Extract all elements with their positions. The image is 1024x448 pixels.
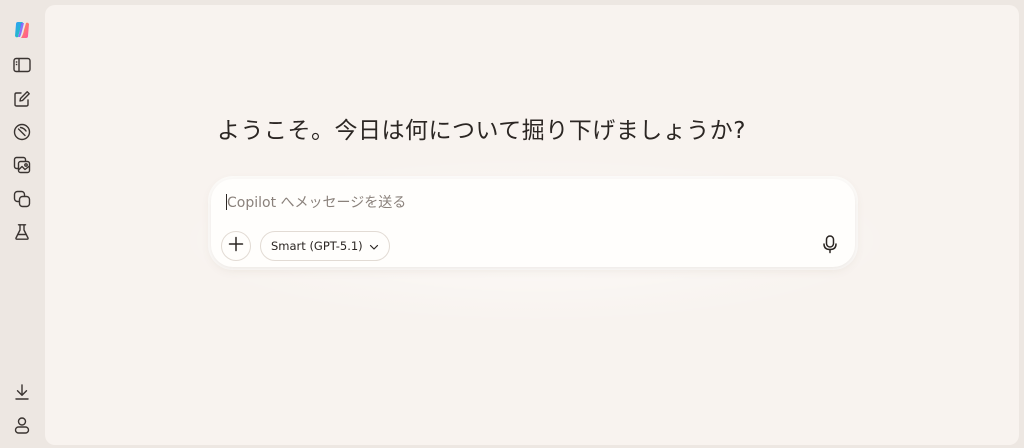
copilot-logo-button[interactable] (8, 16, 36, 44)
labs-flask-icon (12, 222, 32, 242)
copy-pages-icon (12, 189, 32, 209)
profile-button[interactable] (8, 411, 36, 439)
image-gallery-button[interactable] (8, 151, 36, 179)
copilot-logo-icon (12, 20, 32, 40)
profile-icon (12, 415, 32, 435)
add-attachment-button[interactable] (221, 231, 251, 261)
chevron-down-icon (369, 237, 379, 256)
microphone-icon (821, 234, 839, 258)
model-selector-label: Smart (GPT-5.1) (271, 239, 363, 253)
plus-icon (228, 236, 244, 256)
sidebar-toggle-button[interactable] (8, 51, 36, 79)
pages-button[interactable] (8, 185, 36, 213)
sidebar-toggle-icon (12, 55, 32, 75)
model-selector-button[interactable]: Smart (GPT-5.1) (260, 231, 390, 261)
image-gallery-icon (12, 155, 32, 175)
labs-button[interactable] (8, 218, 36, 246)
new-chat-icon (12, 89, 32, 109)
sidebar (0, 0, 44, 448)
download-app-button[interactable] (8, 378, 36, 406)
new-chat-button[interactable] (8, 85, 36, 113)
discover-button[interactable] (8, 118, 36, 146)
welcome-headline: ようこそ。今日は何について掘り下げましょうか? (217, 118, 747, 144)
voice-input-button[interactable] (815, 231, 845, 261)
discover-icon (12, 122, 32, 142)
text-caret (226, 194, 227, 210)
download-icon (12, 382, 32, 402)
main-panel: ようこそ。今日は何について掘り下げましょうか? Smart (GPT-5.1) (45, 5, 1019, 445)
message-input[interactable] (225, 191, 789, 215)
copilot-app: ようこそ。今日は何について掘り下げましょうか? Smart (GPT-5.1) (0, 0, 1024, 448)
message-composer: Smart (GPT-5.1) (211, 179, 855, 267)
